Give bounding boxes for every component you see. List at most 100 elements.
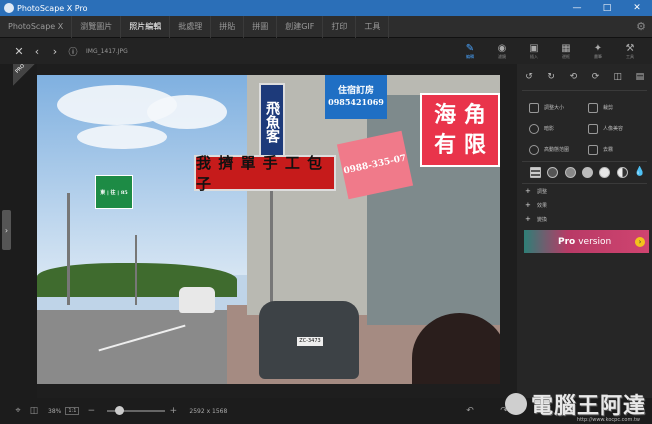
filter-icon: ◉ xyxy=(497,42,507,54)
menu-combine[interactable]: 拼圖 xyxy=(244,15,278,38)
app-logo-icon xyxy=(4,3,14,13)
flip-vertical-icon[interactable]: ▤ xyxy=(633,70,647,84)
tab-filter[interactable]: ◉ 濾鏡 xyxy=(486,38,518,64)
portrait-icon xyxy=(588,123,598,134)
hdr-tool-label: 高動態范圍 xyxy=(544,147,570,153)
droplet-icon[interactable]: 💧 xyxy=(634,167,645,178)
dehaze-tool-label: 去霧 xyxy=(603,147,614,153)
tab-filter-label: 濾鏡 xyxy=(498,53,506,59)
menu-collage[interactable]: 拼貼 xyxy=(211,15,245,38)
photo-large-pink-sign: 海 角 有 限 xyxy=(420,93,500,167)
close-image-icon[interactable]: ✕ xyxy=(10,45,28,58)
zoom-out-icon[interactable]: − xyxy=(83,406,99,416)
frame-icon: ▦ xyxy=(561,42,571,54)
photo-blue-sign: 住宿訂房 0985421069 xyxy=(325,75,387,119)
menu-viewer[interactable]: 瀏覽圖片 xyxy=(72,15,122,38)
close-window-button[interactable]: ✕ xyxy=(622,0,652,16)
medium-preset-icon[interactable] xyxy=(564,167,576,178)
accordion-transform[interactable]: + 變換 xyxy=(525,213,647,225)
accordion-effects[interactable]: + 效果 xyxy=(525,199,647,211)
photo-cloud xyxy=(147,95,227,129)
tab-frame[interactable]: ▦ 邊框 xyxy=(550,38,582,64)
panel-divider xyxy=(522,161,647,162)
plus-icon: + xyxy=(525,201,531,209)
rotate-ccw-icon[interactable]: ⟲ xyxy=(566,70,580,84)
rotate-cw-icon[interactable]: ⟳ xyxy=(589,70,603,84)
minimize-button[interactable]: — xyxy=(562,0,592,16)
tab-edit[interactable]: ✎ 編輯 xyxy=(454,38,486,64)
hdr-tool[interactable]: 高動態范圍 xyxy=(529,139,588,160)
zoom-slider[interactable] xyxy=(107,406,166,415)
rotate-left-icon[interactable]: ↺ xyxy=(522,70,536,84)
photo-pole xyxy=(135,235,137,305)
vignette-tool[interactable]: 暗影 xyxy=(529,118,588,139)
watermark: 電腦王阿達 http://www.kocpc.com.tw xyxy=(500,384,652,424)
portrait-tool-label: 人像美容 xyxy=(603,126,624,132)
portrait-tool[interactable]: 人像美容 xyxy=(588,118,647,139)
maximize-button[interactable]: □ xyxy=(592,0,622,16)
insert-icon: ▣ xyxy=(529,42,539,54)
compare-icon[interactable]: ◫ xyxy=(26,406,42,416)
mascot-icon xyxy=(504,393,527,415)
panel-divider xyxy=(522,183,647,184)
actual-size-button[interactable]: 1:1 xyxy=(65,407,80,415)
editor-toolbar: ✕ ‹ › ⓘ IMG_1417.JPG ✎ 編輯 ◉ 濾鏡 ▣ 插入 ▦ 邊框… xyxy=(0,38,652,64)
watermark-url: http://www.kocpc.com.tw xyxy=(576,417,640,423)
tab-tools-label: 工具 xyxy=(626,53,634,59)
settings-gear-icon[interactable]: ⚙ xyxy=(630,20,652,33)
tab-brush[interactable]: ✦ 畫筆 xyxy=(582,38,614,64)
dehaze-tool[interactable]: 去霧 xyxy=(588,139,647,160)
title-bar: PhotoScape X Pro — □ ✕ xyxy=(0,0,652,16)
tool-grid: 調整大小 裁剪 暗影 人像美容 高動態范圍 去霧 xyxy=(529,97,649,160)
bright-preset-icon[interactable] xyxy=(599,167,611,178)
image-filename: IMG_1417.JPG xyxy=(86,47,128,55)
menu-photoscape-x[interactable]: PhotoScape X xyxy=(0,15,73,38)
previous-image-icon[interactable]: ‹ xyxy=(28,45,46,58)
photo-dark-car: ZC-3473 xyxy=(259,301,359,379)
accordion-adjust-label: 調整 xyxy=(537,188,548,195)
undo-icon[interactable]: ↶ xyxy=(462,406,478,416)
photo-vertical-sign: 飛魚客 xyxy=(259,83,285,161)
rotate-right-icon[interactable]: ↻ xyxy=(544,70,558,84)
flip-horizontal-icon[interactable]: ◫ xyxy=(611,70,625,84)
next-image-icon[interactable]: › xyxy=(46,45,64,58)
contrast-preset-icon[interactable] xyxy=(616,167,628,178)
info-icon[interactable]: ⓘ xyxy=(64,45,82,58)
image-dimensions: 2592 x 1568 xyxy=(189,407,228,415)
dark-preset-icon[interactable] xyxy=(547,167,559,178)
promo-brand: Pro xyxy=(558,236,576,247)
expand-sidebar-chevron-icon[interactable]: › xyxy=(2,210,11,250)
photo-pink-sign-line1: 海 角 xyxy=(434,102,486,128)
zoom-level: 38% xyxy=(48,407,62,415)
menu-batch[interactable]: 批處理 xyxy=(170,15,212,38)
menu-print[interactable]: 打印 xyxy=(323,15,357,38)
crop-tool[interactable]: 裁剪 xyxy=(588,97,647,118)
light-preset-icon[interactable] xyxy=(581,167,593,178)
levels-preset-icon[interactable] xyxy=(530,167,541,178)
pro-version-banner[interactable]: Pro version › xyxy=(524,230,649,253)
hdr-icon xyxy=(529,144,539,155)
photo-pole xyxy=(67,193,70,305)
accordion-transform-label: 變換 xyxy=(537,216,548,223)
arrow-right-icon: › xyxy=(635,236,645,247)
zoom-slider-knob[interactable] xyxy=(115,406,125,415)
photo-blue-sign-phone: 0985421069 xyxy=(328,97,384,107)
plus-icon: + xyxy=(525,187,531,195)
photo-canvas[interactable]: 東 | 往 | 85 飛魚客 我 擠 單 手 工 包 子 住宿訂房 098542… xyxy=(37,75,500,384)
tab-edit-label: 編輯 xyxy=(466,53,474,59)
tab-frame-label: 邊框 xyxy=(562,53,570,59)
menu-gif[interactable]: 創建GIF xyxy=(277,15,324,38)
watermark-text: 電腦王阿達 xyxy=(530,394,646,419)
plus-icon: + xyxy=(525,215,531,223)
crop-grid-icon[interactable]: ⌖ xyxy=(10,406,26,416)
tab-tools[interactable]: ⚒ 工具 xyxy=(614,38,646,64)
photo-road-sign: 東 | 往 | 85 xyxy=(95,175,133,209)
zoom-in-icon[interactable]: + xyxy=(165,406,181,416)
brush-icon: ✦ xyxy=(593,42,603,54)
menu-tools[interactable]: 工具 xyxy=(356,15,390,38)
resize-tool[interactable]: 調整大小 xyxy=(529,97,588,118)
tab-insert[interactable]: ▣ 插入 xyxy=(518,38,550,64)
pro-badge-label: PRO xyxy=(14,63,27,75)
accordion-adjust[interactable]: + 調整 xyxy=(525,185,647,197)
menu-editor[interactable]: 照片編輯 xyxy=(121,15,171,38)
